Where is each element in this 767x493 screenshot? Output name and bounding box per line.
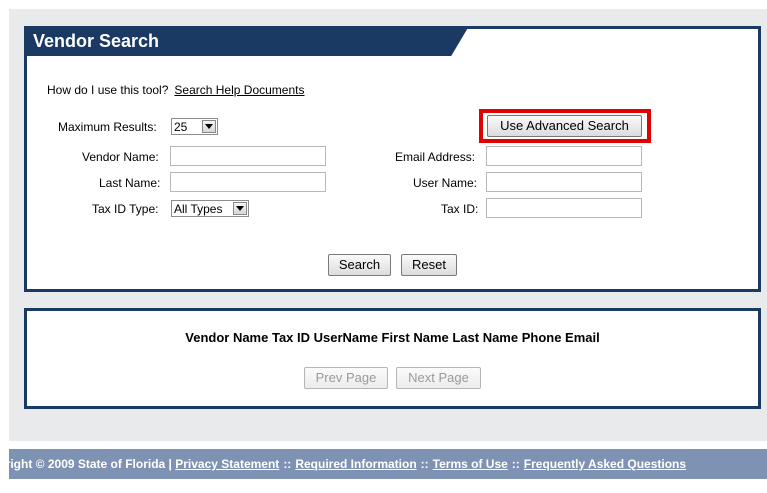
tax-id-type-select[interactable]: All Types [171,200,249,217]
last-name-input[interactable] [170,172,326,192]
vendor-name-label: Vendor Name: [82,150,159,164]
help-question: How do I use this tool? [47,83,169,97]
faq-link[interactable]: Frequently Asked Questions [524,457,686,471]
tax-id-type-value: All Types [174,201,223,216]
chevron-down-icon [233,202,247,215]
email-address-label: Email Address: [395,150,476,164]
next-page-button[interactable]: Next Page [396,367,481,389]
panel-title: Vendor Search [24,26,469,56]
help-line: How do I use this tool? Search Help Docum… [47,83,304,97]
user-name-input[interactable] [486,172,642,192]
use-advanced-search-button[interactable]: Use Advanced Search [487,115,642,137]
max-results-value: 25 [174,119,188,134]
results-panel: Vendor Name Tax ID UserName First Name L… [24,308,761,409]
user-name-label: User Name: [413,176,478,190]
tax-id-label: Tax ID: [441,202,479,216]
max-results-select[interactable]: 25 [171,118,218,135]
tax-id-input[interactable] [486,198,642,218]
max-results-label: Maximum Results: [58,120,157,134]
footer-separator: :: [511,457,520,471]
terms-of-use-link[interactable]: Terms of Use [433,457,508,471]
chevron-down-icon [202,120,216,133]
footer-separator: :: [283,457,292,471]
last-name-label: Last Name: [99,176,161,190]
prev-page-button[interactable]: Prev Page [304,367,388,389]
footer-separator: :: [420,457,429,471]
tax-id-type-label: Tax ID Type: [92,202,159,216]
results-column-headers: Vendor Name Tax ID UserName First Name L… [185,330,600,345]
privacy-statement-link[interactable]: Privacy Statement [175,457,279,471]
required-information-link[interactable]: Required Information [295,457,416,471]
search-help-link[interactable]: Search Help Documents [174,83,304,97]
copyright-text: yright © 2009 State of Florida | [9,457,172,471]
vendor-name-input[interactable] [170,146,326,166]
footer: yright © 2009 State of Florida | Privacy… [9,449,767,479]
reset-button[interactable]: Reset [401,254,457,276]
search-button[interactable]: Search [328,254,391,276]
email-address-input[interactable] [486,146,642,166]
